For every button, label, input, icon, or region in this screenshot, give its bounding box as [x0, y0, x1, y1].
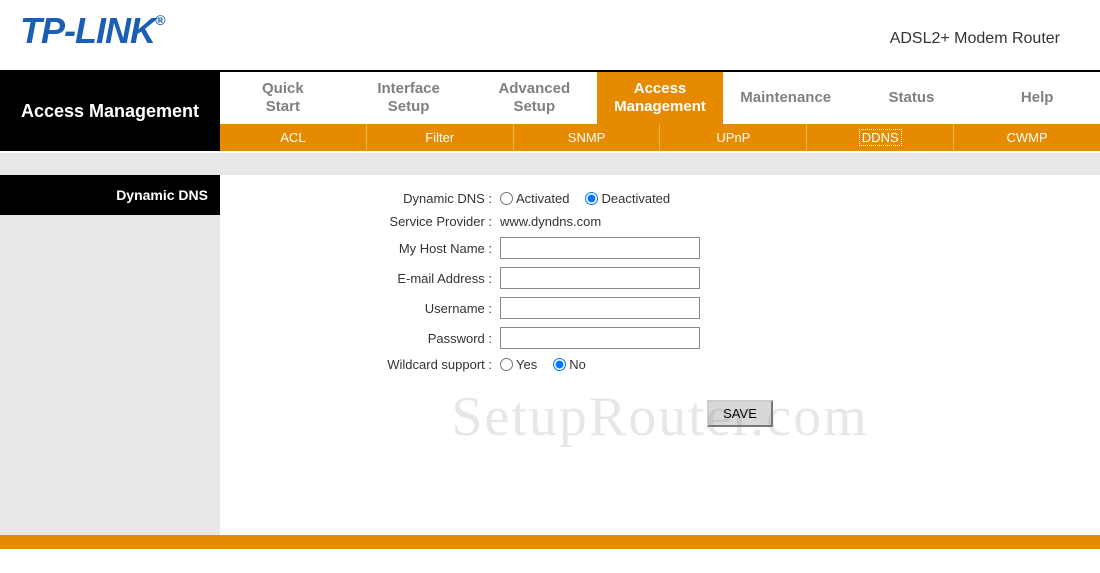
wildcard-yes-radio[interactable] — [500, 358, 513, 371]
tab-maintenance[interactable]: Maintenance — [723, 72, 849, 124]
email-input[interactable] — [500, 267, 700, 289]
tab-label: AdvancedSetup — [498, 80, 570, 116]
host-input[interactable] — [500, 237, 700, 259]
side-fill — [0, 215, 220, 535]
save-button[interactable]: SAVE — [707, 400, 773, 427]
ddns-label: Dynamic DNS : — [220, 191, 500, 206]
radio-label: Activated — [516, 191, 569, 206]
ddns-deactivated-option[interactable]: Deactivated — [585, 191, 670, 206]
username-label: Username : — [220, 301, 500, 316]
ddns-activated-radio[interactable] — [500, 192, 513, 205]
subtab-label: UPnP — [716, 130, 750, 145]
section-title: Access Management — [0, 72, 220, 151]
tab-label: Maintenance — [740, 89, 831, 107]
subtab-label: CWMP — [1006, 130, 1047, 145]
subtab-label: DDNS — [859, 129, 902, 146]
subtab-ddns[interactable]: DDNS — [807, 124, 954, 151]
registered-mark: ® — [155, 12, 164, 28]
provider-label: Service Provider : — [220, 214, 500, 229]
spacer — [0, 153, 1100, 175]
section-title-text: Access Management — [21, 100, 199, 123]
subtab-acl[interactable]: ACL — [220, 124, 367, 151]
tab-help[interactable]: Help — [974, 72, 1100, 124]
radio-label: No — [569, 357, 586, 372]
password-label: Password : — [220, 331, 500, 346]
brand-text: TP-LINK — [20, 10, 155, 51]
radio-label: Deactivated — [601, 191, 670, 206]
sub-tabs: ACL Filter SNMP UPnP DDNS CWMP — [220, 124, 1100, 151]
tab-interface-setup[interactable]: InterfaceSetup — [346, 72, 472, 124]
host-label: My Host Name : — [220, 241, 500, 256]
subtab-label: ACL — [280, 130, 305, 145]
tab-label: Help — [1021, 89, 1054, 107]
page-header: Dynamic DNS — [0, 175, 220, 215]
wildcard-yes-option[interactable]: Yes — [500, 357, 537, 372]
ddns-activated-option[interactable]: Activated — [500, 191, 569, 206]
password-input[interactable] — [500, 327, 700, 349]
tab-access-management[interactable]: AccessManagement — [597, 72, 723, 124]
tab-label: Status — [889, 89, 935, 107]
device-title: ADSL2+ Modem Router — [890, 30, 1060, 48]
tab-quick-start[interactable]: QuickStart — [220, 72, 346, 124]
radio-label: Yes — [516, 357, 537, 372]
wildcard-no-radio[interactable] — [553, 358, 566, 371]
brand-logo: TP-LINK® — [20, 10, 164, 52]
subtab-snmp[interactable]: SNMP — [514, 124, 661, 151]
ddns-deactivated-radio[interactable] — [585, 192, 598, 205]
subtab-label: SNMP — [568, 130, 606, 145]
subtab-filter[interactable]: Filter — [367, 124, 514, 151]
tab-label: InterfaceSetup — [377, 80, 440, 116]
tab-advanced-setup[interactable]: AdvancedSetup — [471, 72, 597, 124]
wildcard-no-option[interactable]: No — [553, 357, 586, 372]
subtab-upnp[interactable]: UPnP — [660, 124, 807, 151]
bottom-bar — [0, 535, 1100, 549]
tab-label: QuickStart — [262, 80, 304, 116]
username-input[interactable] — [500, 297, 700, 319]
tab-status[interactable]: Status — [849, 72, 975, 124]
email-label: E-mail Address : — [220, 271, 500, 286]
provider-value: www.dyndns.com — [500, 214, 601, 229]
wildcard-label: Wildcard support : — [220, 357, 500, 372]
main-tabs: QuickStart InterfaceSetup AdvancedSetup … — [220, 72, 1100, 124]
tab-label: AccessManagement — [614, 80, 706, 116]
subtab-label: Filter — [425, 130, 454, 145]
subtab-cwmp[interactable]: CWMP — [954, 124, 1100, 151]
